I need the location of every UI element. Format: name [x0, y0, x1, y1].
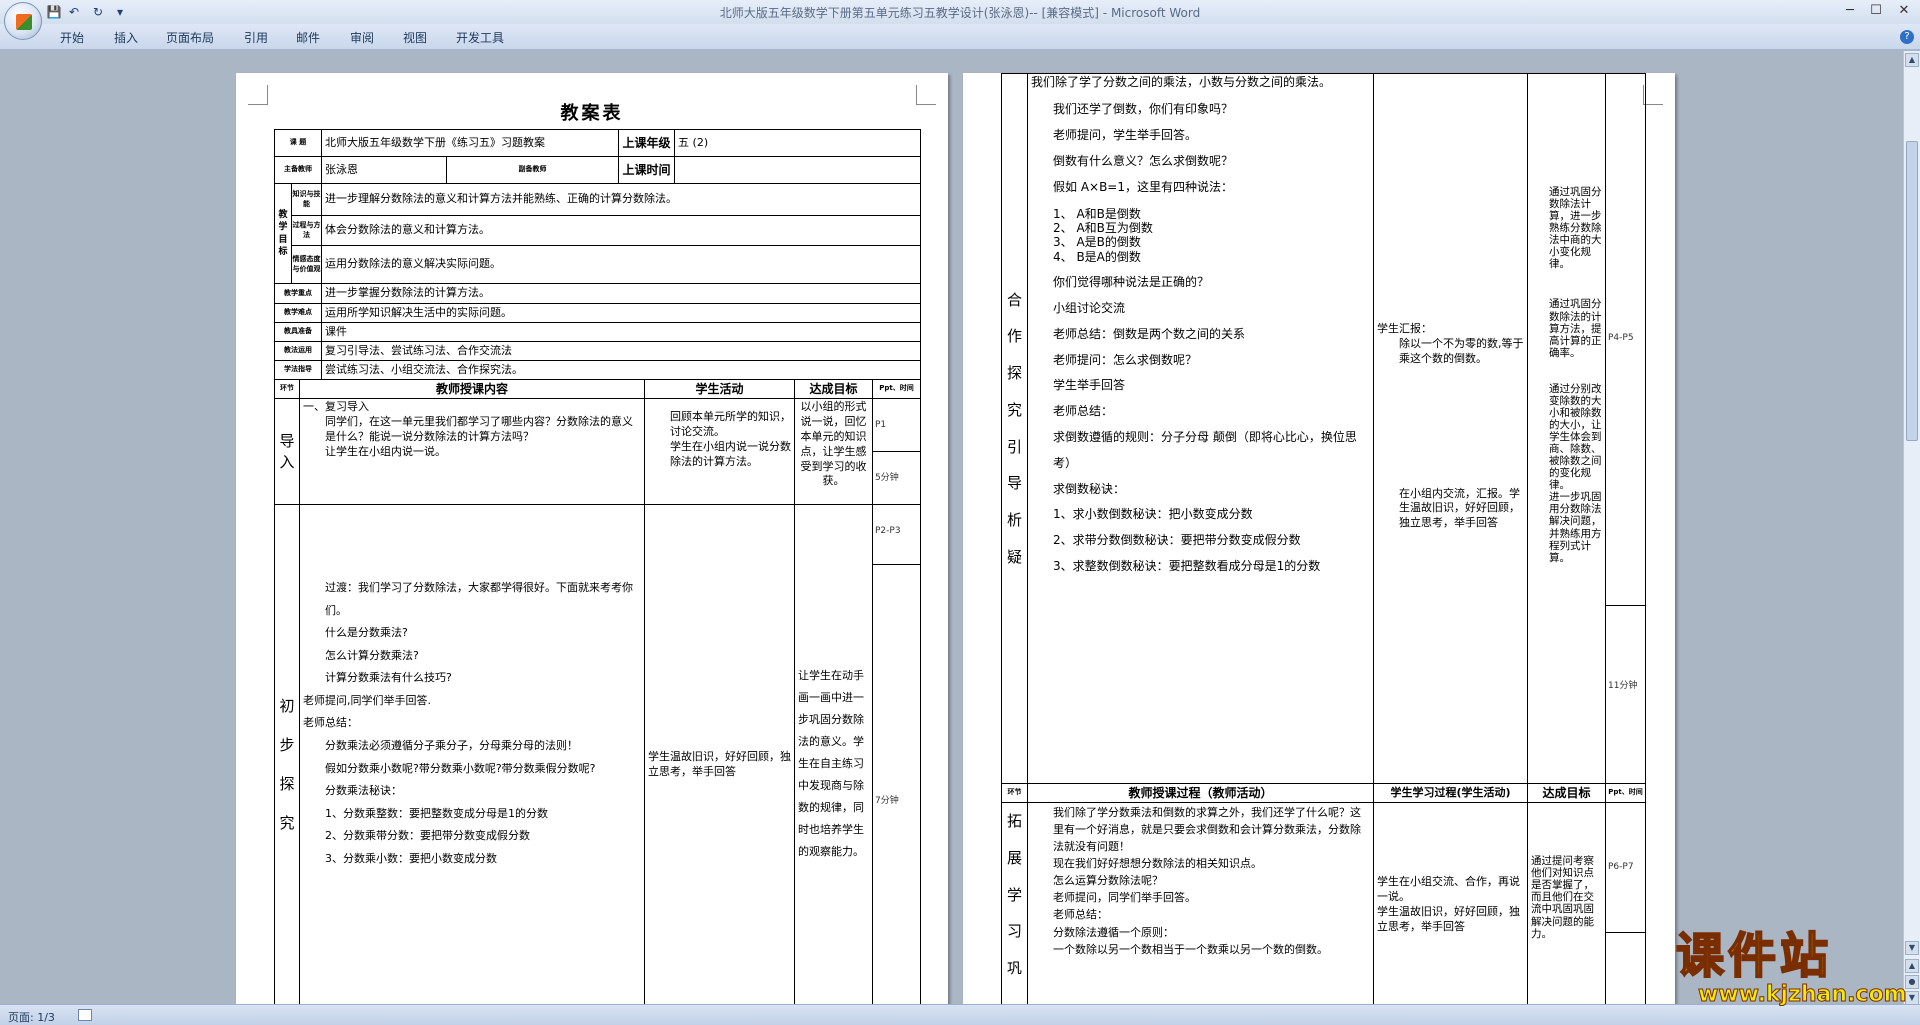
vertical-scrollbar[interactable]: ▲ ▼ ▲ ● ▼: [1903, 51, 1920, 1005]
help-icon[interactable]: ?: [1900, 30, 1914, 44]
window-title: 北师大版五年级数学下册第五单元练习五教学设计(张泳恩)-- [兼容模式] - M…: [719, 6, 1201, 20]
goal1-text[interactable]: 进一步理解分数除法的意义和计算方法并能熟练、正确的计算分数除法。: [320, 183, 922, 216]
intro-ppt-time: P1 5分钟: [872, 398, 921, 506]
stage-cooperative-explore: 合作探究引导析疑: [1001, 73, 1028, 784]
goal2-text[interactable]: 体会分数除法的意义和计算方法。: [320, 215, 922, 246]
office-button[interactable]: [4, 2, 42, 40]
status-bar: 页面: 1/3: [0, 1004, 1920, 1025]
goal3-label: 情感态度与价值观: [291, 245, 322, 284]
cooperative-content[interactable]: 我们除了学了分数之间的乘法，小数与分数之间的乘法。 我们还学了倒数，你们有印象吗…: [1027, 73, 1374, 784]
office-logo-icon: [16, 14, 32, 30]
extended-goal[interactable]: 通过提问考察他们对知识点是否掌握了，而且他们在交流中巩固巩固解决问题的能力。: [1527, 802, 1606, 1013]
minimize-button[interactable]: ─: [1840, 3, 1860, 19]
intro-activity[interactable]: 回顾本单元所学的知识，讨论交流。 学生在小组内说一说分数除法的计算方法。: [644, 398, 795, 506]
page-title: 教案表: [560, 103, 624, 124]
extended-content[interactable]: 我们除了学分数乘法和倒数的求算之外，我们还学了什么呢？这里有一个好消息，就是只要…: [1027, 802, 1374, 1013]
document-page-2: 合作探究引导析疑 我们除了学了分数之间的乘法，小数与分数之间的乘法。 我们还学了…: [963, 73, 1675, 1013]
assist-teacher-label: 副备教师: [445, 156, 620, 184]
watermark-url: www.kjzhan.com: [1698, 982, 1908, 1008]
tab-page-layout[interactable]: 页面布局: [166, 29, 214, 46]
cooperative-activity[interactable]: 学生汇报： 除以一个不为零的数,等于乘这个数的倒数。 在小组内交流，汇报。学生温…: [1373, 73, 1528, 784]
maximize-button[interactable]: ☐: [1866, 3, 1886, 19]
customize-qat-icon[interactable]: ▾: [112, 4, 128, 20]
extended-ppt-time: P6-P7: [1605, 802, 1646, 1013]
close-button[interactable]: ✕: [1894, 3, 1914, 19]
cooperative-goal[interactable]: 通过巩固分数除法计算，进一步熟练分数除法中商的大小变化规律。 通过巩固分数除法的…: [1527, 73, 1606, 784]
key-point-text[interactable]: 进一步掌握分数除法的计算方法。: [320, 283, 922, 304]
grade-value[interactable]: 五 (2): [674, 129, 922, 157]
scroll-up-icon[interactable]: ▲: [1905, 53, 1919, 67]
learning-method-label: 学法指导: [274, 360, 322, 380]
key-point-label: 教学重点: [274, 283, 322, 304]
language-icon[interactable]: [78, 1009, 92, 1021]
save-icon[interactable]: 💾: [46, 4, 62, 20]
explore-ppt-time: P2-P3 7分钟: [872, 504, 921, 1013]
goal3-text[interactable]: 运用分数除法的意义解决实际问题。: [320, 245, 922, 284]
stage-initial-explore: 初步探究: [274, 504, 300, 1013]
info-table: 课 题 北师大版五年级数学下册《练习五》习题教案 上课年级 五 (2) 主备教师…: [274, 129, 922, 380]
teacher-label: 主备教师: [274, 156, 322, 184]
title-bar: 北师大版五年级数学下册第五单元练习五教学设计(张泳恩)-- [兼容模式] - M…: [0, 0, 1920, 24]
ribbon-tabs: 开始 插入 页面布局 引用 邮件 审阅 视图 开发工具 ?: [0, 24, 1920, 50]
lesson-table-page1: 环节 教师授课内容 学生活动 达成目标 Ppt、时间 导入 一、复习导入 同学们…: [274, 378, 921, 1013]
redo-icon[interactable]: ↻: [90, 4, 106, 20]
undo-icon[interactable]: ↶: [66, 4, 82, 20]
tab-review[interactable]: 审阅: [350, 29, 374, 46]
intro-goal[interactable]: 以小组的形式说一说，回忆本单元的知识点，让学生感受到学习的收获。: [794, 398, 873, 506]
document-workspace: 教案表 课 题 北师大版五年级数学下册《练习五》习题教案 上课年级 五 (2) …: [0, 51, 1903, 1013]
col-goal-header-2: 达成目标: [1527, 782, 1606, 804]
lesson-table-page2: 合作探究引导析疑 我们除了学了分数之间的乘法，小数与分数之间的乘法。 我们还学了…: [1001, 73, 1646, 1013]
class-time-value[interactable]: [674, 156, 922, 184]
difficulty-label: 教学难点: [274, 303, 322, 323]
watermark-logo: 课件站 www.kjzhan.com: [1668, 927, 1918, 1008]
explore-goal[interactable]: 让学生在动手画一画中进一步巩固分数除法的意义。学生在自主练习中发现商与除数的规律…: [794, 504, 873, 1013]
teacher-value[interactable]: 张泳恩: [321, 156, 447, 184]
col-activity-header-2: 学生学习过程(学生活动): [1373, 782, 1528, 804]
materials-text[interactable]: 课件: [320, 322, 922, 342]
tab-view[interactable]: 视图: [403, 29, 427, 46]
intro-content[interactable]: 一、复习导入 同学们，在这一单元里我们都学习了哪些内容？分数除法的意义是什么？能…: [299, 398, 645, 506]
scroll-thumb[interactable]: [1906, 141, 1918, 441]
learning-method-text[interactable]: 尝试练习法、小组交流法、合作探究法。: [320, 360, 922, 380]
goals-label: 教 学 目 标: [274, 183, 292, 284]
col-goal-header: 达成目标: [794, 378, 873, 400]
tab-home[interactable]: 开始: [60, 29, 84, 46]
topic-label: 课 题: [274, 129, 322, 157]
tab-mailings[interactable]: 邮件: [296, 29, 320, 46]
page-count[interactable]: 页面: 1/3: [8, 1009, 55, 1025]
materials-label: 教具准备: [274, 322, 322, 342]
class-time-label: 上课时间: [618, 156, 676, 184]
col-activity-header: 学生活动: [644, 378, 795, 400]
col-time-header-2: Ppt、时间: [1605, 782, 1646, 804]
teaching-method-text[interactable]: 复习引导法、尝试练习法、合作交流法: [320, 341, 922, 361]
grade-label: 上课年级: [618, 129, 676, 157]
document-page-1: 教案表 课 题 北师大版五年级数学下册《练习五》习题教案 上课年级 五 (2) …: [236, 73, 948, 1013]
stage-extended-learning: 拓展学习巩: [1001, 802, 1028, 1013]
col-time-header: Ppt、时间: [872, 378, 921, 400]
stage-intro: 导入: [274, 398, 300, 506]
col-stage-header: 环节: [274, 378, 300, 400]
goal2-label: 过程与方法: [291, 215, 322, 246]
tab-developer[interactable]: 开发工具: [456, 29, 504, 46]
extended-activity[interactable]: 学生在小组交流、合作，再说一说。 学生温故旧识，好好回顾，独立思考，举手回答: [1373, 802, 1528, 1013]
tab-insert[interactable]: 插入: [114, 29, 138, 46]
topic-value[interactable]: 北师大版五年级数学下册《练习五》习题教案: [320, 129, 620, 157]
col-content-header: 教师授课内容: [299, 378, 645, 400]
watermark-text: 课件站: [1675, 927, 1833, 985]
explore-activity[interactable]: 学生温故旧识，好好回顾，独立思考，举手回答: [644, 504, 795, 1013]
tab-references[interactable]: 引用: [244, 29, 268, 46]
difficulty-text[interactable]: 运用所学知识解决生活中的实际问题。: [320, 303, 922, 323]
teaching-method-label: 教法运用: [274, 341, 322, 361]
col-stage-header-2: 环节: [1001, 782, 1028, 804]
col-content-header-2: 教师授课过程（教师活动）: [1027, 782, 1374, 804]
cooperative-ppt-time: P4-P5 11分钟: [1605, 73, 1646, 784]
explore-content[interactable]: 过渡：我们学习了分数除法，大家都学得很好。下面就来考考你们。 什么是分数乘法? …: [299, 504, 645, 1013]
crop-mark: [1643, 85, 1663, 105]
goal1-label: 知识与技能: [291, 183, 322, 216]
